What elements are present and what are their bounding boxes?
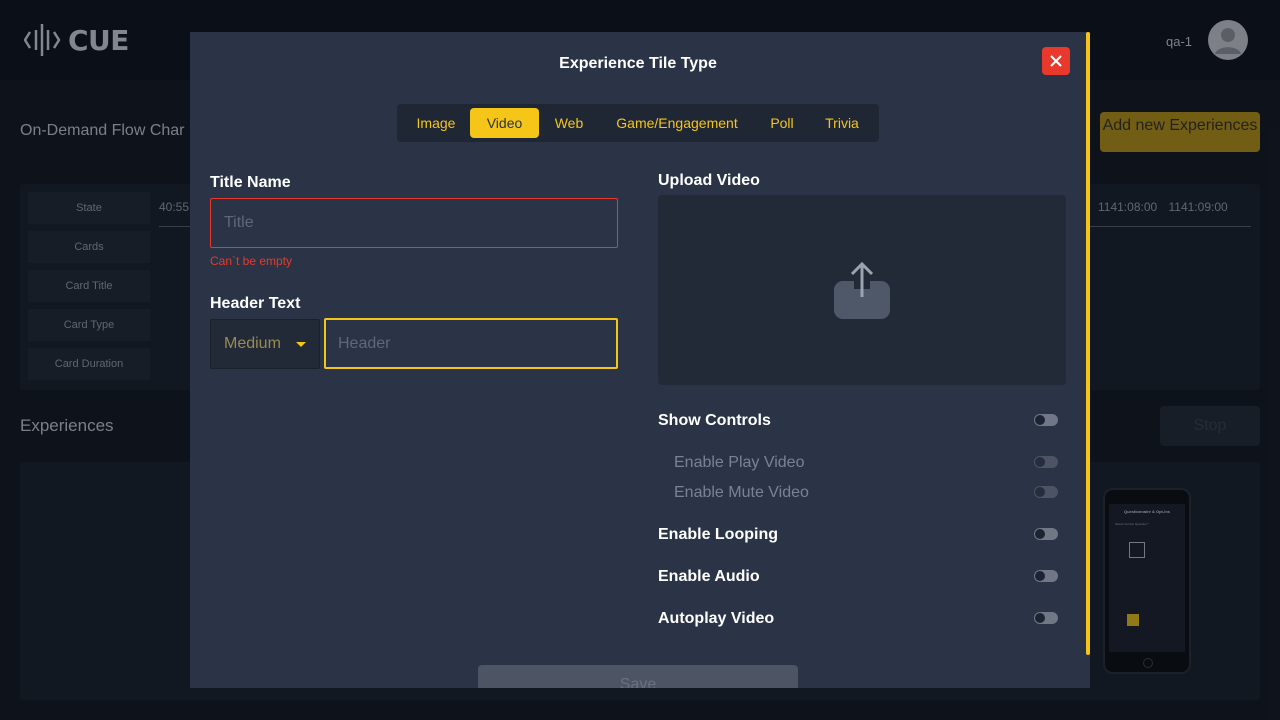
tile-type-tabs: Image Video Web Game/Engagement Poll Tri… [397,104,879,142]
show-controls-toggle[interactable] [1034,414,1058,426]
modal-scrollbar[interactable] [1086,32,1090,655]
enable-audio-label: Enable Audio [658,568,760,585]
enable-mute-video-label: Enable Mute Video [674,484,809,501]
enable-looping-toggle[interactable] [1034,528,1058,540]
close-icon [1050,55,1062,67]
autoplay-video-label: Autoplay Video [658,610,775,627]
header-text-label: Header Text [210,295,301,312]
tab-poll[interactable]: Poll [761,108,803,138]
title-input[interactable] [210,198,618,248]
autoplay-video-toggle[interactable] [1034,612,1058,624]
upload-video-label: Upload Video [658,172,760,189]
tab-game-engagement[interactable]: Game/Engagement [605,108,749,138]
experience-tile-type-modal: Experience Tile Type Image Video Web Gam… [190,32,1090,688]
modal-title: Experience Tile Type [559,55,717,72]
tab-video[interactable]: Video [470,108,539,138]
enable-looping-label: Enable Looping [658,526,778,543]
enable-mute-video-toggle[interactable] [1034,486,1058,498]
close-button[interactable] [1042,47,1070,75]
save-button[interactable]: Save [478,665,798,688]
tab-trivia[interactable]: Trivia [815,108,869,138]
tab-web[interactable]: Web [545,108,593,138]
tab-image[interactable]: Image [405,108,467,138]
header-size-value: Medium [224,335,281,352]
title-name-label: Title Name [210,174,291,191]
enable-audio-toggle[interactable] [1034,570,1058,582]
enable-play-video-toggle[interactable] [1034,456,1058,468]
title-error-message: Can`t be empty [210,254,293,268]
caret-down-icon [296,342,306,347]
header-input[interactable] [324,318,618,369]
show-controls-label: Show Controls [658,412,771,429]
upload-video-dropzone[interactable] [658,195,1066,385]
enable-play-video-label: Enable Play Video [674,454,805,471]
upload-icon [834,261,890,319]
